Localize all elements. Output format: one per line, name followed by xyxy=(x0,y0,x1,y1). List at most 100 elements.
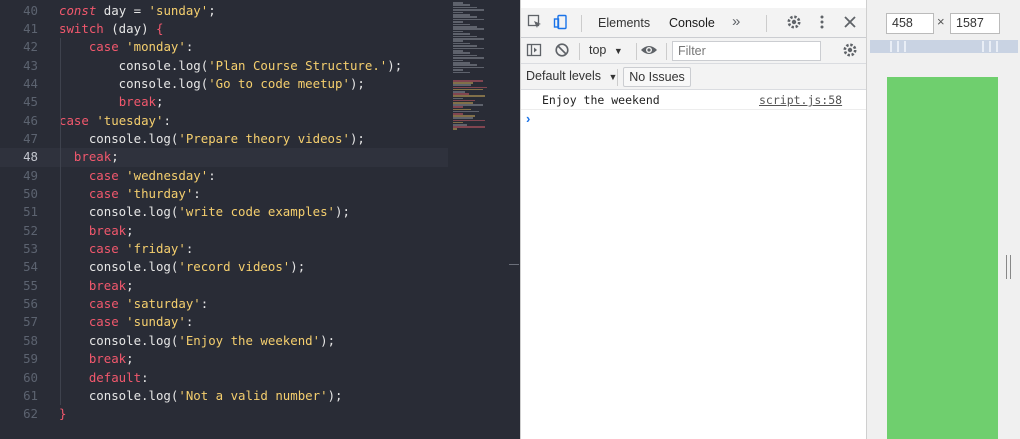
console-levels-bar: Default levels ▼ No Issues xyxy=(521,64,867,90)
code-line[interactable]: 60 default: xyxy=(0,369,520,387)
code-line[interactable]: 40 const day = 'sunday'; xyxy=(0,2,520,20)
tab-elements[interactable]: Elements xyxy=(598,16,650,30)
minimap-line xyxy=(453,64,477,66)
line-number: 62 xyxy=(23,406,38,422)
code-line[interactable]: 43 console.log('Plan Course Structure.')… xyxy=(0,57,520,75)
context-select-value: top xyxy=(589,43,607,57)
kebab-menu-icon[interactable] xyxy=(813,14,831,32)
code-line[interactable]: 59 break; xyxy=(0,350,520,368)
minimap-line xyxy=(453,128,457,130)
code-line[interactable]: 56 case 'saturday': xyxy=(0,295,520,313)
sidebar-toggle-icon[interactable] xyxy=(525,42,543,60)
code-text: console.log('Enjoy the weekend'); xyxy=(59,332,336,348)
viewport-width-input[interactable]: 458 xyxy=(886,13,934,34)
console-filter-input[interactable]: Filter xyxy=(672,41,821,61)
scroll-marker xyxy=(509,264,519,265)
line-number: 53 xyxy=(23,241,38,257)
code-line[interactable]: 51 console.log('write code examples'); xyxy=(0,203,520,221)
minimap-line xyxy=(453,30,463,33)
code-line[interactable]: 44 console.log('Go to code meetup'); xyxy=(0,75,520,93)
inspect-element-icon[interactable] xyxy=(526,14,544,32)
close-icon[interactable] xyxy=(841,14,859,32)
code-line[interactable]: 53 case 'friday': xyxy=(0,240,520,258)
code-line[interactable]: 58 console.log('Enjoy the weekend'); xyxy=(0,332,520,350)
rendered-page-green xyxy=(887,77,998,439)
code-line[interactable]: 57 case 'sunday': xyxy=(0,313,520,331)
code-line[interactable]: 46 case 'tuesday': xyxy=(0,112,520,130)
device-toolbar-icon[interactable] xyxy=(552,14,570,32)
code-line[interactable]: 49 case 'wednesday': xyxy=(0,167,520,185)
code-line[interactable]: 48 break; xyxy=(0,148,448,167)
line-number: 43 xyxy=(23,57,38,73)
line-number: 42 xyxy=(23,39,38,55)
minimap-line xyxy=(453,66,484,69)
code-line[interactable]: 54 console.log('record videos'); xyxy=(0,258,520,276)
code-text: switch (day) { xyxy=(59,20,164,36)
code-line[interactable]: 62} xyxy=(0,405,520,423)
code-text: break; xyxy=(73,149,119,165)
code-text: case 'saturday': xyxy=(88,296,209,312)
console-log-entry[interactable]: Enjoy the weekend script.js:58 xyxy=(521,91,867,110)
more-tabs-icon[interactable]: » xyxy=(732,13,740,30)
minimap-line xyxy=(453,52,470,54)
code-line[interactable]: 52 break; xyxy=(0,222,520,240)
log-levels-label: Default levels xyxy=(526,69,602,83)
code-line[interactable]: 55 break; xyxy=(0,277,520,295)
code-text: case 'thurday': xyxy=(88,186,201,201)
minimap-line xyxy=(453,11,463,14)
toolbar-divider xyxy=(581,15,582,32)
code-line[interactable]: 47 console.log('Prepare theory videos'); xyxy=(0,130,520,148)
minimap-line xyxy=(453,35,477,38)
console-prompt-icon[interactable]: › xyxy=(526,111,530,126)
live-expression-eye-icon[interactable] xyxy=(640,42,658,60)
settings-gear-icon[interactable] xyxy=(785,14,803,32)
code-line[interactable]: 42 case 'monday': xyxy=(0,38,520,56)
line-number: 47 xyxy=(23,130,38,146)
console-settings-gear-icon[interactable] xyxy=(841,42,859,60)
minimap-line xyxy=(453,126,485,128)
code-line[interactable]: 61 console.log('Not a valid number'); xyxy=(0,387,520,405)
code-text: console.log('Prepare theory videos'); xyxy=(59,130,365,146)
line-number: 57 xyxy=(23,314,38,330)
code-text: case 'wednesday': xyxy=(88,167,216,183)
line-number: 60 xyxy=(23,369,38,385)
line-number: 46 xyxy=(23,112,38,128)
minimap-line xyxy=(453,21,463,23)
line-number: 45 xyxy=(23,94,38,110)
context-select[interactable]: top ▼ xyxy=(589,43,623,57)
code-text: case 'friday': xyxy=(88,241,194,257)
toolbar-divider xyxy=(617,69,618,86)
toolbar-divider xyxy=(579,43,580,60)
viewport-height-input[interactable]: 1587 xyxy=(950,13,1000,34)
clear-console-icon[interactable] xyxy=(553,42,571,60)
minimap-line xyxy=(453,71,470,74)
console-log-message: Enjoy the weekend xyxy=(542,93,660,107)
line-number: 51 xyxy=(23,204,38,220)
toolbar-divider xyxy=(666,43,667,60)
minimap-line xyxy=(453,69,463,71)
code-text: const day = 'sunday'; xyxy=(59,2,216,18)
minimap-line xyxy=(453,6,477,9)
line-number: 55 xyxy=(23,277,38,293)
line-number: 49 xyxy=(23,167,38,183)
minimap-line xyxy=(453,26,477,28)
devtools-panel: Elements Console » top ▼ Filter Default … xyxy=(520,0,867,439)
code-line[interactable]: 41 switch (day) { xyxy=(0,20,520,38)
minimap-line xyxy=(453,23,470,26)
tab-console[interactable]: Console xyxy=(669,16,715,30)
code-text: console.log('record videos'); xyxy=(59,259,306,275)
console-log-source-link[interactable]: script.js:58 xyxy=(759,91,842,110)
minimap-line xyxy=(453,2,463,4)
code-line[interactable]: 50 case 'thurday': xyxy=(0,185,520,203)
viewport-resize-handle[interactable] xyxy=(1006,255,1011,279)
devtools-tabbar: Elements Console » xyxy=(521,8,867,45)
code-editor[interactable]: 40 const day = 'sunday'; 41 switch (day) {4… xyxy=(0,0,520,439)
code-text: break; xyxy=(118,94,164,110)
media-query-ruler[interactable] xyxy=(870,40,1018,53)
code-line[interactable]: 45 break; xyxy=(0,93,520,111)
line-number: 52 xyxy=(23,222,38,238)
minimap[interactable] xyxy=(453,0,503,130)
log-levels-dropdown[interactable]: Default levels ▼ xyxy=(526,69,617,83)
issues-button[interactable]: No Issues xyxy=(623,67,691,87)
minimap-line xyxy=(453,18,484,21)
